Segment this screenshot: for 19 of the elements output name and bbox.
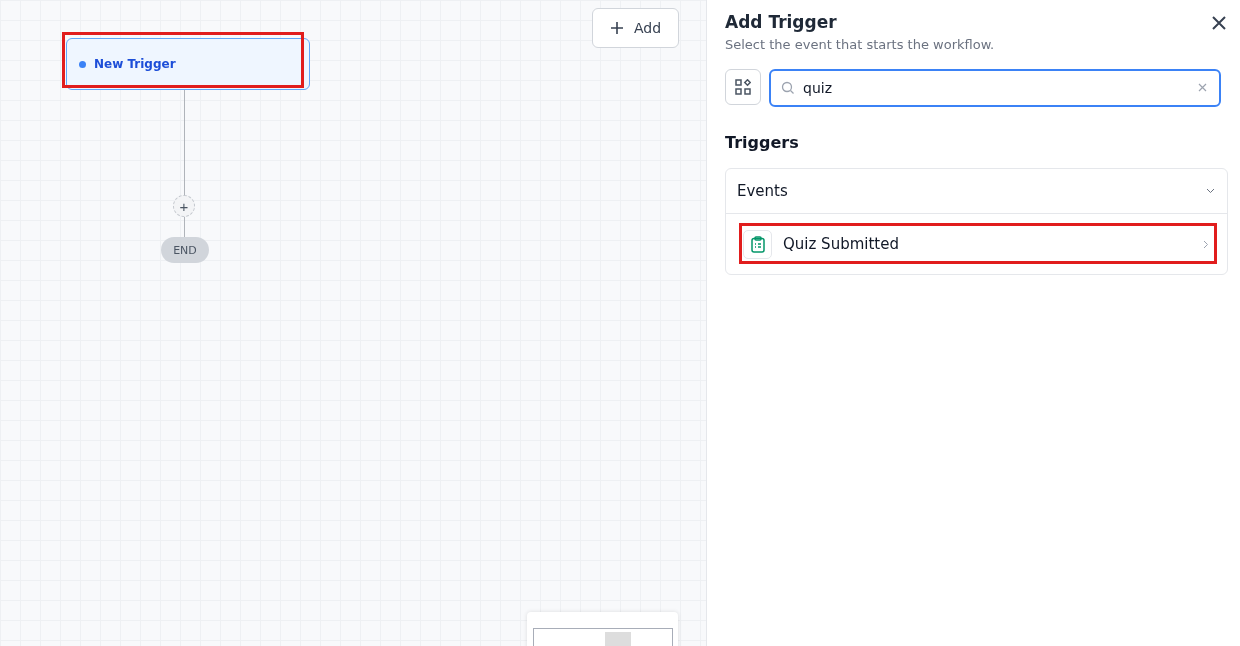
search-field[interactable]: quiz	[769, 69, 1221, 107]
item-label: Quiz Submitted	[783, 235, 900, 253]
add-step-button[interactable]: +	[173, 195, 195, 217]
add-button[interactable]: Add	[592, 8, 679, 48]
node-label: New Trigger	[94, 57, 176, 71]
section-title: Triggers	[725, 133, 800, 152]
clipboard-icon	[750, 235, 765, 253]
panel-title: Add Trigger	[725, 12, 838, 32]
apps-icon	[735, 79, 751, 95]
group-title: Events	[737, 182, 788, 200]
trigger-item[interactable]: Quiz Submitted	[726, 214, 1227, 274]
status-dot-icon	[79, 60, 86, 68]
group-header[interactable]: Events	[726, 169, 1227, 214]
chevron-right-icon	[1203, 239, 1209, 249]
plus-icon	[609, 21, 624, 35]
panel-subtitle: Select the event that starts the workflow.	[725, 37, 995, 52]
apps-button[interactable]	[725, 69, 761, 105]
end-node: END	[161, 237, 209, 263]
trigger-node[interactable]: New Trigger	[66, 38, 310, 90]
